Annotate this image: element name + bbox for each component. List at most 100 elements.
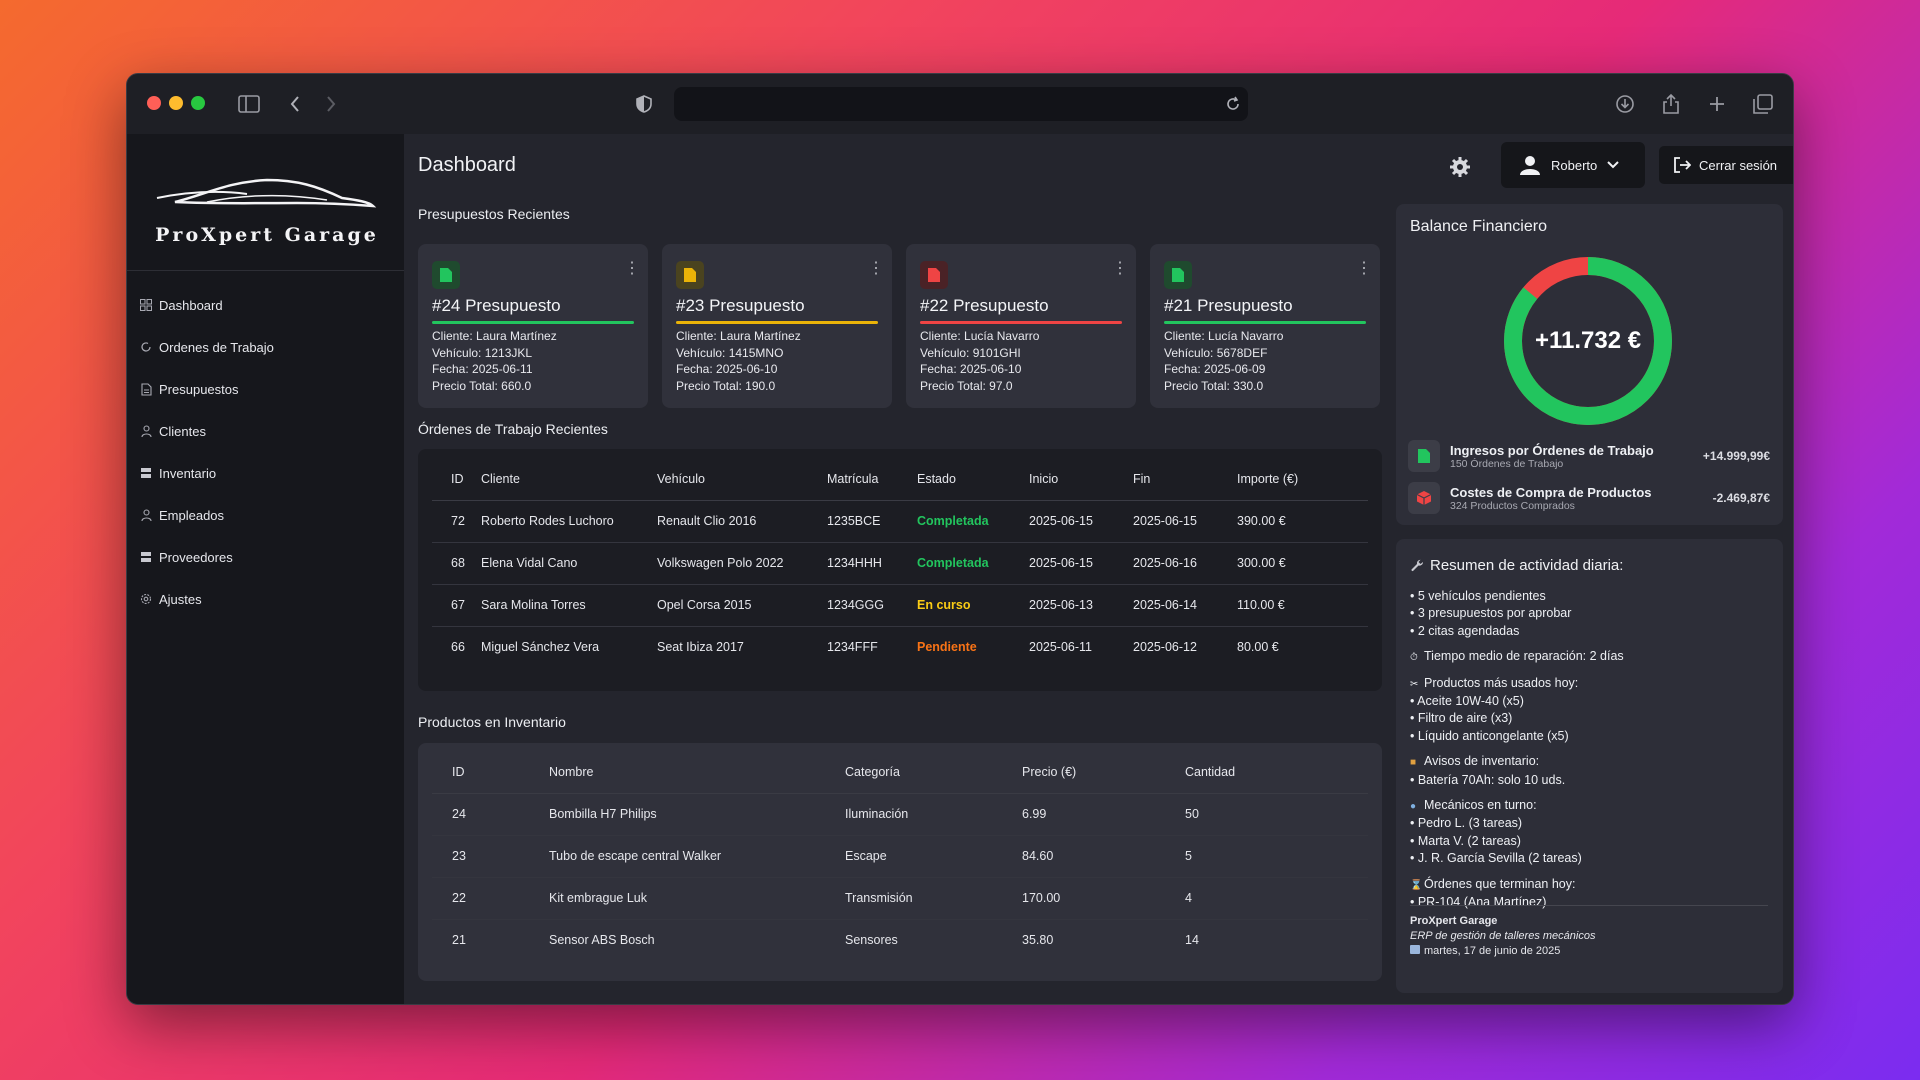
presupuesto-card[interactable]: ⋮ #24 Presupuesto Cliente: Laura Martíne… [418, 244, 648, 408]
presupuestos-section-title: Presupuestos Recientes [418, 206, 570, 222]
column-header[interactable]: Estado [917, 458, 1029, 501]
cell-amount: 390.00 € [1237, 500, 1368, 543]
reload-icon[interactable] [1219, 90, 1247, 118]
activity-line: • Pedro L. (3 tareas) [1410, 816, 1523, 831]
column-header[interactable]: Categoría [845, 751, 1022, 794]
activity-divider [1410, 905, 1768, 906]
cell-category: Escape [845, 835, 1022, 878]
sidebar: ProXpert Garage Dashboard Ordenes de Tra… [127, 134, 404, 1004]
chevron-down-icon [1607, 161, 1619, 169]
cell-start: 2025-06-15 [1029, 542, 1133, 585]
activity-line: • 3 presupuestos por aprobar [1410, 606, 1572, 621]
column-header[interactable]: Precio (€) [1022, 751, 1185, 794]
card-client: Cliente: Laura Martínez [432, 329, 557, 343]
card-date: Fecha: 2025-06-10 [676, 362, 778, 376]
user-menu-button[interactable]: Roberto [1501, 142, 1645, 188]
cell-qty: 50 [1185, 793, 1368, 836]
sidebar-item-proveedores[interactable]: Proveedores [139, 536, 389, 578]
table-row[interactable]: 66 Miguel Sánchez Vera Seat Ibiza 2017 1… [432, 626, 1368, 668]
activity-line-text: Órdenes que terminan hoy: [1424, 876, 1576, 891]
kebab-menu-icon[interactable]: ⋮ [868, 261, 884, 277]
url-bar[interactable] [674, 87, 1248, 121]
sidebar-item-empleados[interactable]: Empleados [139, 494, 389, 536]
table-row[interactable]: 67 Sara Molina Torres Opel Corsa 2015 12… [432, 584, 1368, 627]
maximize-window-button[interactable] [191, 96, 205, 110]
table-row[interactable]: 24 Bombilla H7 Philips Iluminación 6.99 … [432, 793, 1368, 836]
tabs-overview-icon[interactable] [1749, 90, 1777, 118]
sidebar-toggle-icon[interactable] [235, 90, 263, 118]
table-row[interactable]: 23 Tubo de escape central Walker Escape … [432, 835, 1368, 878]
column-header[interactable]: Matrícula [827, 458, 917, 501]
boxes-icon [139, 466, 153, 480]
theme-toggle-gear-icon[interactable] [1447, 154, 1473, 180]
sidebar-item-inventario[interactable]: Inventario [139, 452, 389, 494]
sidebar-item-label: Dashboard [159, 297, 223, 313]
column-header[interactable]: Fin [1133, 458, 1237, 501]
kebab-menu-icon[interactable]: ⋮ [1356, 261, 1372, 277]
presupuesto-card[interactable]: ⋮ #22 Presupuesto Cliente: Lucía Navarro… [906, 244, 1136, 408]
presupuesto-card[interactable]: ⋮ #23 Presupuesto Cliente: Laura Martíne… [662, 244, 892, 408]
forward-icon[interactable] [317, 90, 345, 118]
person-icon [139, 508, 153, 522]
cell-amount: 300.00 € [1237, 542, 1368, 585]
back-icon[interactable] [281, 90, 309, 118]
status-bar [432, 321, 634, 324]
activity-panel: Resumen de actividad diaria: • 5 vehícul… [1396, 539, 1783, 993]
activity-line-text: Avisos de inventario: [1424, 754, 1540, 769]
sidebar-item-ajustes[interactable]: Ajustes [139, 578, 389, 620]
kebab-menu-icon[interactable]: ⋮ [624, 261, 640, 277]
cell-id: 21 [452, 933, 466, 948]
cell-vehicle: Volkswagen Polo 2022 [657, 542, 827, 585]
cell-id: 66 [451, 640, 465, 655]
new-tab-icon[interactable] [1703, 90, 1731, 118]
activity-line: • 2 citas agendadas [1410, 623, 1520, 638]
file-icon [1164, 261, 1192, 289]
file-icon [920, 261, 948, 289]
activity-line: • J. R. García Sevilla (2 tareas) [1410, 851, 1582, 866]
tools-icon: ✂ [1410, 678, 1419, 690]
logout-button[interactable]: Cerrar sesión [1659, 146, 1793, 184]
table-row[interactable]: 72 Roberto Rodes Luchoro Renault Clio 20… [432, 500, 1368, 543]
column-header[interactable]: Importe (€) [1237, 458, 1368, 501]
kebab-menu-icon[interactable]: ⋮ [1112, 261, 1128, 277]
minimize-window-button[interactable] [169, 96, 183, 110]
hourglass-icon: ⌛ [1410, 879, 1423, 891]
table-row[interactable]: 68 Elena Vidal Cano Volkswagen Polo 2022… [432, 542, 1368, 585]
column-header[interactable]: Nombre [549, 751, 845, 794]
card-date: Fecha: 2025-06-09 [1164, 362, 1266, 376]
sidebar-item-presupuestos[interactable]: Presupuestos [139, 368, 389, 410]
column-header[interactable]: ID [432, 458, 481, 501]
sidebar-item-dashboard[interactable]: Dashboard [139, 284, 389, 326]
cell-amount: 80.00 € [1237, 640, 1279, 655]
card-title: #21 Presupuesto [1164, 296, 1293, 315]
table-row[interactable]: 21 Sensor ABS Bosch Sensores 35.80 14 [432, 919, 1368, 961]
activity-line: • Aceite 10W-40 (x5) [1410, 694, 1524, 709]
share-icon[interactable] [1657, 90, 1685, 118]
close-window-button[interactable] [147, 96, 161, 110]
column-header[interactable]: Cliente [481, 458, 657, 501]
sidebar-item-clientes[interactable]: Clientes [139, 410, 389, 452]
activity-line: ■ Avisos de inventario: [1410, 753, 1624, 771]
card-total: Precio Total: 330.0 [1164, 378, 1264, 393]
column-header[interactable]: ID [432, 751, 549, 794]
sidebar-item-ordenes[interactable]: Ordenes de Trabajo [139, 326, 389, 368]
cell-id: 68 [432, 542, 481, 585]
cell-price: 84.60 [1022, 835, 1185, 878]
activity-line: ● Mecánicos en turno: [1410, 797, 1624, 815]
table-row[interactable]: 22 Kit embrague Luk Transmisión 170.00 4 [432, 877, 1368, 920]
sidebar-divider [127, 270, 404, 271]
download-icon[interactable] [1611, 90, 1639, 118]
presupuesto-card[interactable]: ⋮ #21 Presupuesto Cliente: Lucía Navarro… [1150, 244, 1380, 408]
footer-date: martes, 17 de junio de 2025 [1424, 945, 1561, 957]
column-header[interactable]: Inicio [1029, 458, 1133, 501]
package-icon: ■ [1410, 757, 1417, 769]
column-header[interactable]: Cantidad [1185, 751, 1368, 794]
card-date: Fecha: 2025-06-10 [920, 362, 1022, 376]
logo[interactable]: ProXpert Garage [147, 172, 387, 252]
status-bar [1164, 321, 1366, 324]
cycle-icon [139, 340, 153, 354]
cell-vehicle: Renault Clio 2016 [657, 500, 827, 543]
column-header[interactable]: Vehículo [657, 458, 827, 501]
shield-icon[interactable] [630, 90, 658, 118]
card-client: Cliente: Lucía Navarro [920, 329, 1040, 343]
